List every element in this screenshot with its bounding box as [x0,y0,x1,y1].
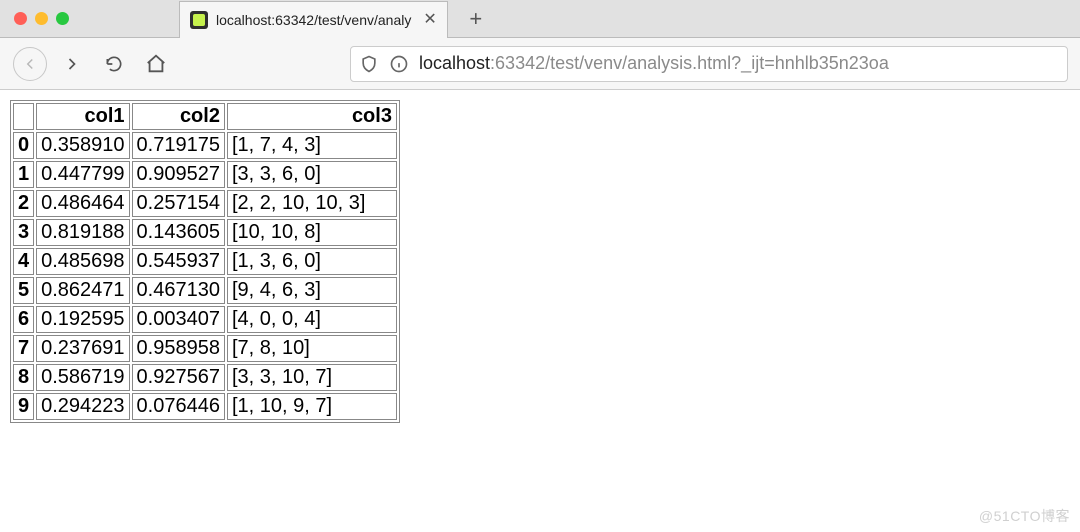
cell-col2: 0.076446 [132,393,225,420]
table-row: 70.2376910.958958[7, 8, 10] [13,335,397,362]
cell-col1: 0.447799 [36,161,129,188]
cell-col1: 0.486464 [36,190,129,217]
back-button[interactable] [12,46,48,82]
row-index: 0 [13,132,34,159]
cell-col2: 0.467130 [132,277,225,304]
window-minimize-button[interactable] [35,12,48,25]
toolbar: localhost:63342/test/venv/analysis.html?… [0,38,1080,90]
cell-col1: 0.586719 [36,364,129,391]
table-row: 30.8191880.143605[10, 10, 8] [13,219,397,246]
site-info-icon[interactable] [389,54,409,74]
url-host: localhost [419,53,490,73]
data-table: col1 col2 col3 00.3589100.719175[1, 7, 4… [10,100,400,423]
tab-title: localhost:63342/test/venv/analy [216,12,411,28]
row-index: 4 [13,248,34,275]
table-header-row: col1 col2 col3 [13,103,397,130]
watermark: @51CTO博客 [979,506,1070,526]
cell-col2: 0.143605 [132,219,225,246]
reload-button[interactable] [96,46,132,82]
row-index: 2 [13,190,34,217]
table-row: 90.2942230.076446[1, 10, 9, 7] [13,393,397,420]
cell-col2: 0.257154 [132,190,225,217]
cell-col3: [3, 3, 6, 0] [227,161,397,188]
row-index: 5 [13,277,34,304]
cell-col1: 0.358910 [36,132,129,159]
window-controls [0,12,89,25]
home-icon [145,53,167,75]
cell-col1: 0.294223 [36,393,129,420]
table-row: 40.4856980.545937[1, 3, 6, 0] [13,248,397,275]
url-text: localhost:63342/test/venv/analysis.html?… [419,53,889,74]
row-index: 9 [13,393,34,420]
row-index: 1 [13,161,34,188]
cell-col1: 0.192595 [36,306,129,333]
cell-col2: 0.958958 [132,335,225,362]
table-row: 60.1925950.003407[4, 0, 0, 4] [13,306,397,333]
row-index: 8 [13,364,34,391]
table-row: 80.5867190.927567[3, 3, 10, 7] [13,364,397,391]
row-index: 3 [13,219,34,246]
cell-col3: [1, 10, 9, 7] [227,393,397,420]
arrow-left-icon [21,55,39,73]
index-header [13,103,34,130]
cell-col3: [10, 10, 8] [227,219,397,246]
col-header: col3 [227,103,397,130]
tab-strip: localhost:63342/test/venv/analy ✕ + [0,0,1080,38]
cell-col2: 0.719175 [132,132,225,159]
window-zoom-button[interactable] [56,12,69,25]
forward-button[interactable] [54,46,90,82]
cell-col2: 0.927567 [132,364,225,391]
table-row: 00.3589100.719175[1, 7, 4, 3] [13,132,397,159]
browser-tab[interactable]: localhost:63342/test/venv/analy ✕ [179,1,448,38]
window-close-button[interactable] [14,12,27,25]
cell-col2: 0.545937 [132,248,225,275]
cell-col3: [4, 0, 0, 4] [227,306,397,333]
home-button[interactable] [138,46,174,82]
cell-col3: [1, 7, 4, 3] [227,132,397,159]
page-content: col1 col2 col3 00.3589100.719175[1, 7, 4… [0,90,1080,433]
col-header: col2 [132,103,225,130]
row-index: 7 [13,335,34,362]
table-row: 10.4477990.909527[3, 3, 6, 0] [13,161,397,188]
cell-col3: [3, 3, 10, 7] [227,364,397,391]
url-path: :63342/test/venv/analysis.html?_ijt=hnhl… [490,53,889,73]
cell-col3: [1, 3, 6, 0] [227,248,397,275]
cell-col2: 0.003407 [132,306,225,333]
col-header: col1 [36,103,129,130]
row-index: 6 [13,306,34,333]
cell-col1: 0.862471 [36,277,129,304]
new-tab-button[interactable]: + [462,5,490,33]
table-row: 20.4864640.257154[2, 2, 10, 10, 3] [13,190,397,217]
table-row: 50.8624710.467130[9, 4, 6, 3] [13,277,397,304]
arrow-right-icon [62,54,82,74]
cell-col1: 0.237691 [36,335,129,362]
tab-close-button[interactable]: ✕ [411,12,436,28]
cell-col3: [2, 2, 10, 10, 3] [227,190,397,217]
cell-col2: 0.909527 [132,161,225,188]
address-bar[interactable]: localhost:63342/test/venv/analysis.html?… [350,46,1068,82]
cell-col1: 0.485698 [36,248,129,275]
reload-icon [104,54,124,74]
cell-col3: [7, 8, 10] [227,335,397,362]
shield-icon[interactable] [359,54,379,74]
cell-col3: [9, 4, 6, 3] [227,277,397,304]
cell-col1: 0.819188 [36,219,129,246]
pycharm-favicon [190,11,208,29]
